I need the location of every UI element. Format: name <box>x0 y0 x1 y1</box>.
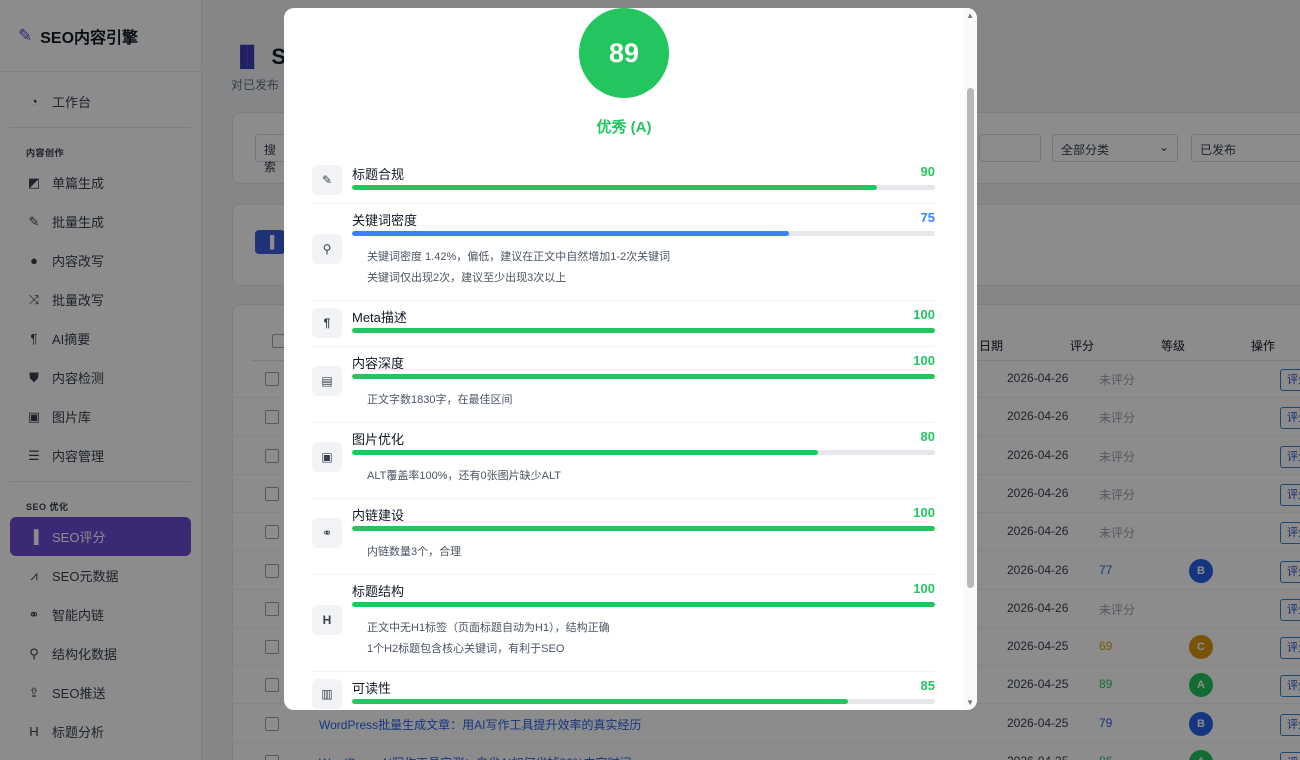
score-progress-bar <box>352 526 935 531</box>
seo-score-modal: 89 优秀 (A) ✎ 标题合规 90 ⚲ 关键词密度 75 关键词密度 1.42%，偏低，… <box>284 8 977 710</box>
score-progress-fill <box>352 699 848 704</box>
score-item-value: 75 <box>920 210 935 225</box>
score-item-name: Meta描述 <box>352 310 407 325</box>
grade-label: 优秀 (A) <box>596 119 652 136</box>
score-progress-bar <box>352 450 935 455</box>
score-item-note: 1个H2标题包含核心关键词，有利于SEO <box>367 643 565 655</box>
score-item-name: 关键词密度 <box>352 213 418 228</box>
score-item-note: ALT覆盖率100%，还有0张图片缺少ALT <box>367 470 561 482</box>
score-progress-bar <box>352 328 935 333</box>
score-progress-bar <box>352 602 935 607</box>
score-item-name: 内链建设 <box>352 508 405 523</box>
score-item-value: 85 <box>920 678 935 693</box>
score-item: ▥ 可读性 85 <box>312 672 935 710</box>
score-item: ⚲ 关键词密度 75 关键词密度 1.42%，偏低，建议在正文中自然增加1-2次关键词… <box>312 204 935 301</box>
modal-scroll-content[interactable]: 89 优秀 (A) ✎ 标题合规 90 ⚲ 关键词密度 75 关键词密度 1.42%，偏低，… <box>284 8 964 710</box>
score-item: ⚭ 内链建设 100 内链数量3个，合理 <box>312 499 935 575</box>
score-item-note: 正文中无H1标签（页面标题自动为H1），结构正确 <box>367 622 610 634</box>
score-item-name: 标题合规 <box>352 167 405 182</box>
scroll-down-arrow-icon[interactable]: ▼ <box>966 698 974 707</box>
score-item: ✎ 标题合规 90 <box>312 158 935 204</box>
score-progress-bar <box>352 374 935 379</box>
scroll-up-arrow-icon[interactable]: ▲ <box>966 11 974 20</box>
score-item-name: 可读性 <box>352 681 392 696</box>
heading-icon: H <box>312 604 342 635</box>
score-item: ▤ 内容深度 100 正文字数1830字，在最佳区间 <box>312 347 935 423</box>
link-icon: ⚭ <box>312 518 342 548</box>
score-progress-bar <box>352 699 935 704</box>
score-progress-bar <box>352 185 935 190</box>
score-progress-fill <box>352 231 790 236</box>
score-progress-fill <box>352 450 819 455</box>
total-score-badge: 89 <box>579 8 669 98</box>
score-item-name: 图片优化 <box>352 432 405 447</box>
score-item-note: 内链数量3个，合理 <box>367 546 462 558</box>
score-item-value: 100 <box>913 307 935 322</box>
score-progress-fill <box>352 185 877 190</box>
image-icon: ▣ <box>312 442 342 472</box>
score-progress-fill <box>352 374 935 379</box>
scrollbar-thumb[interactable] <box>967 88 974 588</box>
score-progress-bar <box>352 231 935 236</box>
score-item-name: 标题结构 <box>352 584 405 599</box>
score-progress-fill <box>352 526 935 531</box>
score-item-value: 100 <box>913 353 935 368</box>
paragraph-icon: ¶ <box>312 308 342 338</box>
book-icon: ▥ <box>312 679 342 709</box>
score-item-note: 正文字数1830字，在最佳区间 <box>367 394 513 406</box>
modal-scrollbar[interactable]: ▲ ▼ <box>964 8 977 710</box>
score-item-note: 关键词密度 1.42%，偏低，建议在正文中自然增加1-2次关键词 <box>367 251 671 263</box>
score-item-name: 内容深度 <box>352 356 405 371</box>
score-item-value: 90 <box>920 164 935 179</box>
score-item: ▣ 图片优化 80 ALT覆盖率100%，还有0张图片缺少ALT <box>312 423 935 499</box>
score-progress-fill <box>352 328 935 333</box>
score-item-note: 关键词仅出现2次，建议至少出现3次以上 <box>367 272 567 284</box>
pencil-icon: ✎ <box>312 165 342 195</box>
document-icon: ▤ <box>312 366 342 396</box>
score-item: H 标题结构 100 正文中无H1标签（页面标题自动为H1），结构正确 1个H2标题包含… <box>312 575 935 672</box>
score-progress-fill <box>352 602 935 607</box>
score-item-value: 100 <box>913 505 935 520</box>
score-item-value: 100 <box>913 581 935 596</box>
score-item-value: 80 <box>920 429 935 444</box>
search-icon: ⚲ <box>312 233 342 264</box>
score-item: ¶ Meta描述 100 <box>312 301 935 347</box>
